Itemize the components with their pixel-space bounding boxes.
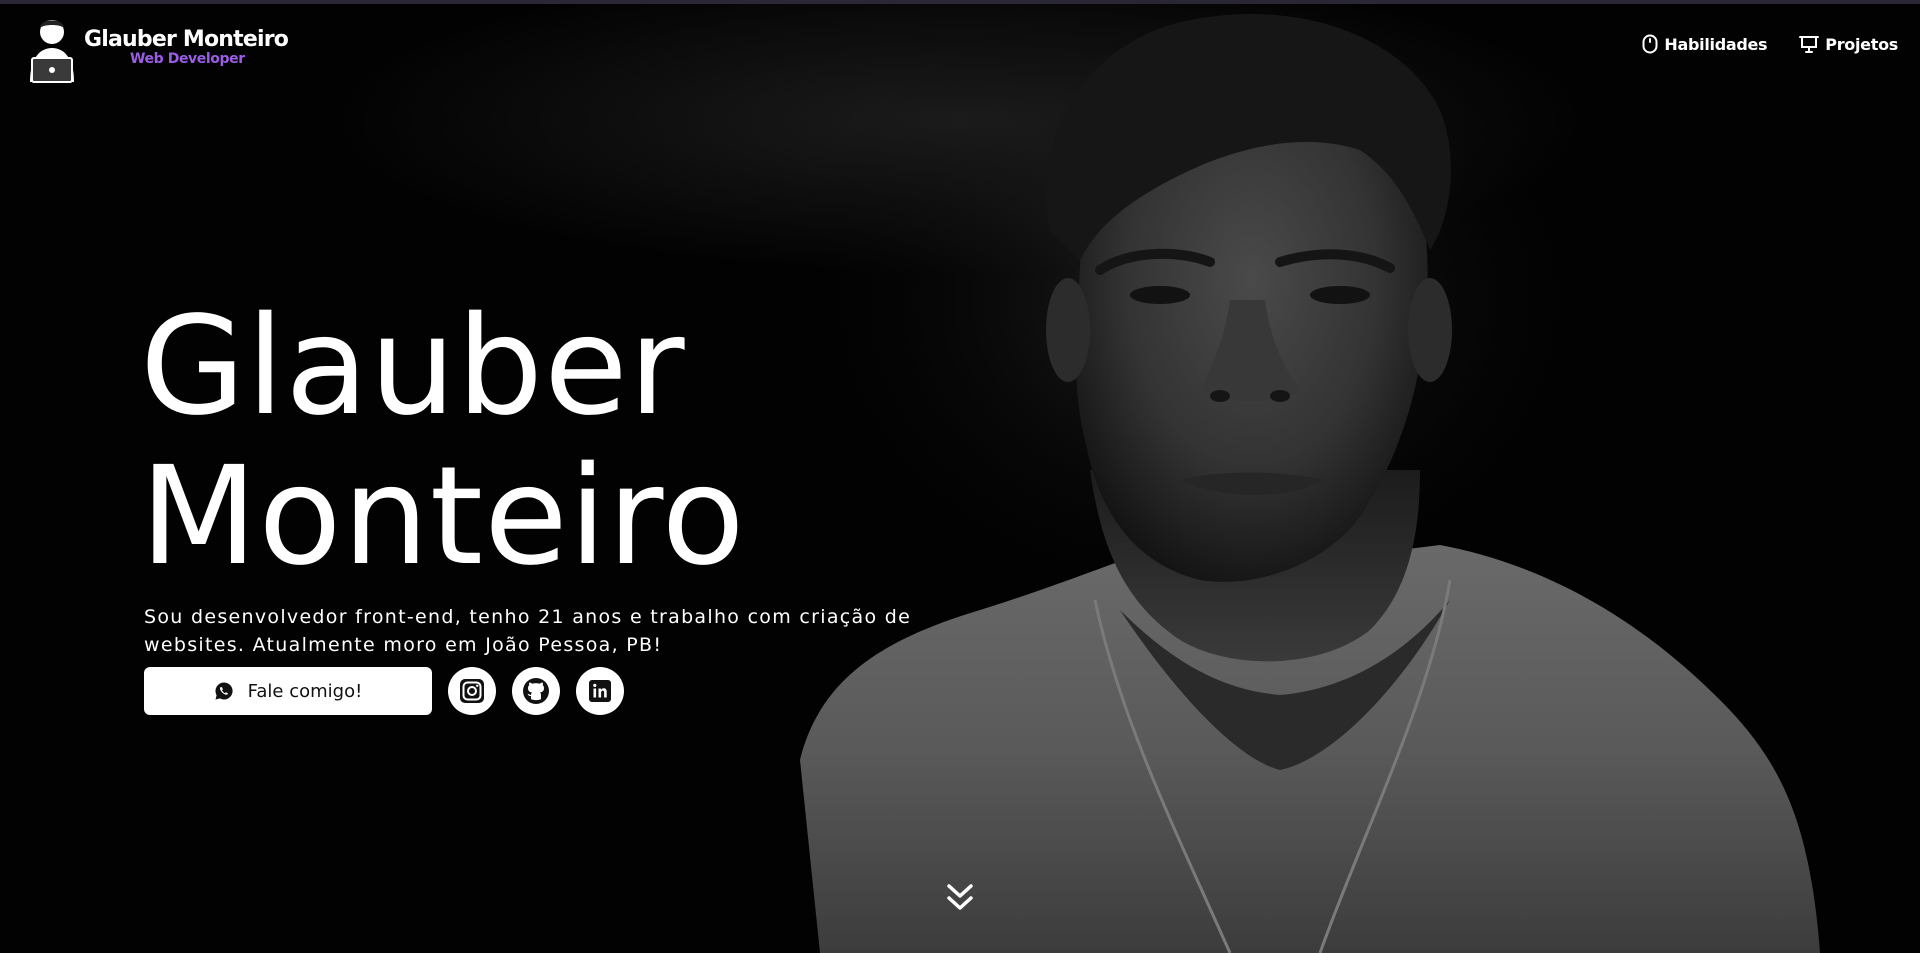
hero-title: Glauber Monteiro bbox=[140, 292, 746, 592]
double-chevron-down-icon[interactable] bbox=[942, 880, 978, 916]
nav-item-projetos[interactable]: Projetos bbox=[1799, 34, 1898, 54]
github-icon bbox=[523, 678, 549, 704]
hero-title-line-first: Glauber bbox=[140, 288, 686, 446]
site-header: Glauber Monteiro Web Developer Habilidad… bbox=[0, 4, 1920, 84]
main-nav: Habilidades Projetos bbox=[1642, 34, 1898, 54]
linkedin-link[interactable] bbox=[576, 667, 624, 715]
developer-avatar-logo-icon[interactable] bbox=[24, 16, 80, 84]
contact-button[interactable]: Fale comigo! bbox=[144, 667, 432, 715]
nav-item-habilidades[interactable]: Habilidades bbox=[1642, 34, 1768, 54]
instagram-link[interactable] bbox=[448, 667, 496, 715]
brand-name: Glauber Monteiro bbox=[84, 27, 289, 52]
hero-title-line-last: Monteiro bbox=[140, 438, 746, 596]
contact-button-label: Fale comigo! bbox=[247, 680, 363, 702]
hero-actions: Fale comigo! bbox=[144, 667, 624, 715]
linkedin-icon bbox=[589, 680, 611, 702]
github-link[interactable] bbox=[512, 667, 560, 715]
whatsapp-icon bbox=[215, 682, 233, 700]
presentation-board-icon bbox=[1799, 36, 1820, 53]
mouse-icon bbox=[1642, 34, 1658, 54]
brand-role: Web Developer bbox=[130, 51, 245, 67]
portrait-photo bbox=[780, 0, 1820, 953]
portfolio-page: Glauber Monteiro Web Developer Habilidad… bbox=[0, 0, 1920, 953]
nav-item-label: Habilidades bbox=[1664, 34, 1768, 54]
hero-description: Sou desenvolvedor front-end, tenho 21 an… bbox=[144, 606, 912, 656]
nav-item-label: Projetos bbox=[1825, 34, 1898, 54]
instagram-icon bbox=[460, 679, 484, 703]
brand[interactable]: Glauber Monteiro Web Developer bbox=[84, 27, 289, 67]
